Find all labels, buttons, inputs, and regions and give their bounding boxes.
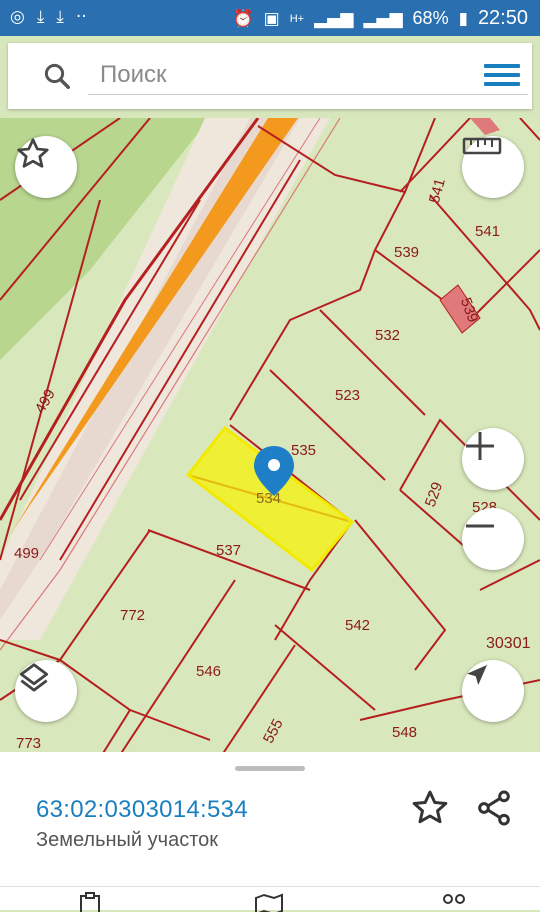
battery-percent: 68%: [412, 8, 449, 28]
app-notification-icon: ◎: [10, 7, 25, 27]
parcel-label: 539: [394, 244, 419, 261]
search-icon[interactable]: [42, 61, 72, 91]
navigation-arrow-icon: [467, 665, 487, 685]
parcel-label: 548: [392, 724, 417, 741]
search-bar: [8, 43, 532, 109]
parcel-label: 532: [375, 327, 400, 344]
parcel-label: 546: [196, 663, 221, 680]
network-type: H+: [289, 12, 305, 25]
parcel-label: 773: [16, 735, 41, 752]
status-icons-left: ◎ ⤓ ⤓ ··: [10, 7, 87, 27]
star-outline-icon[interactable]: [410, 788, 450, 828]
favorite-button[interactable]: [15, 136, 77, 198]
signal-icon: ▂▄▆: [314, 8, 354, 29]
star-outline-icon: [17, 138, 49, 168]
status-icons-right: ⏰ ▣ H+ ▂▄▆ ▂▄▆ 68% ▮ 22:50: [232, 7, 528, 30]
map-canvas[interactable]: 499 499 773 772 546 555 537 534 535 523 …: [0, 118, 540, 758]
clock: 22:50: [477, 7, 528, 29]
zoom-in-button[interactable]: [462, 428, 524, 490]
search-input[interactable]: [88, 55, 528, 95]
plus-icon: [466, 432, 494, 460]
battery-icon: ▮: [458, 8, 468, 29]
object-type: Земельный участок: [36, 829, 219, 851]
ruler-icon: [462, 137, 502, 155]
parcel-label: 541: [475, 223, 500, 240]
my-location-button[interactable]: [462, 660, 524, 722]
parcel-label: 499: [14, 545, 39, 562]
parcel-label: 537: [216, 542, 241, 559]
parcel-label: 30301: [486, 635, 531, 652]
sheet-divider: [0, 886, 540, 887]
download-icon: ⤓: [56, 7, 64, 27]
minus-icon: [466, 524, 494, 528]
zoom-out-button[interactable]: [462, 508, 524, 570]
parcel-label: 535: [291, 442, 316, 459]
object-info-sheet[interactable]: 63:02:0303014:534 Земельный участок: [0, 752, 540, 912]
clipboard-icon[interactable]: [73, 892, 107, 912]
status-bar: ◎ ⤓ ⤓ ·· ⏰ ▣ H+ ▂▄▆ ▂▄▆ 68% ▮ 22:50: [0, 0, 540, 36]
parcel-label: 772: [120, 607, 145, 624]
share-icon[interactable]: [474, 788, 514, 828]
parcel-label: 523: [335, 387, 360, 404]
sim-icon: ▣: [263, 8, 280, 29]
parcel-label: 542: [345, 617, 370, 634]
route-icon[interactable]: [436, 892, 470, 912]
download-icon: ⤓: [36, 7, 45, 27]
cadastral-map[interactable]: 499 499 773 772 546 555 537 534 535 523 …: [0, 118, 540, 758]
sheet-drag-handle[interactable]: [235, 766, 305, 771]
layers-icon: [19, 663, 49, 692]
signal-icon: ▂▄▆: [363, 8, 403, 29]
ruler-button[interactable]: [462, 136, 524, 198]
cadastral-number[interactable]: 63:02:0303014:534: [36, 796, 248, 824]
alarm-icon: ⏰: [232, 8, 254, 29]
more-notifications-icon: ··: [75, 7, 87, 27]
layers-button[interactable]: [15, 660, 77, 722]
map-icon[interactable]: [252, 892, 286, 912]
menu-icon[interactable]: [484, 60, 520, 92]
